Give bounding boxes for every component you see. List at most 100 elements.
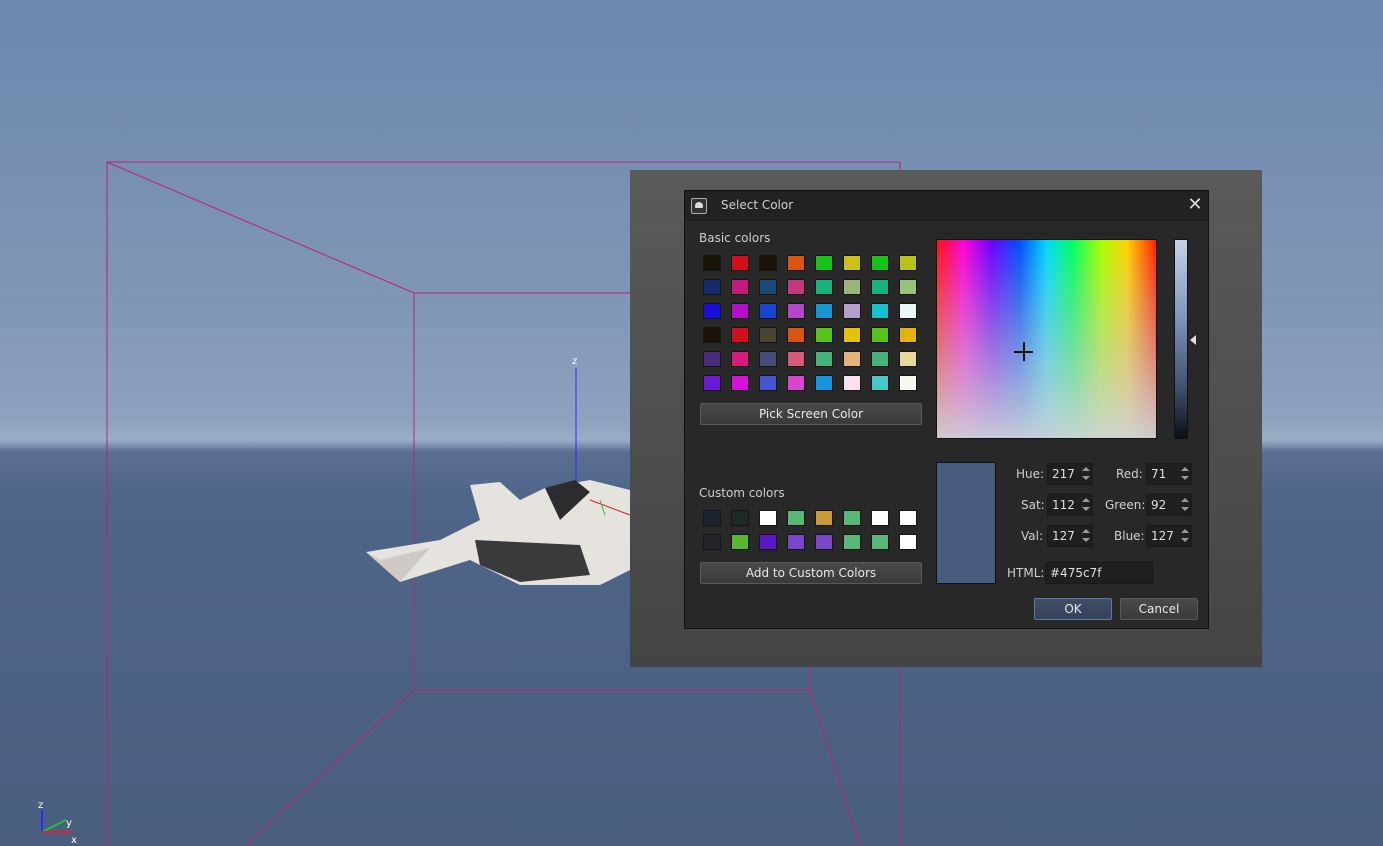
basic-color-swatch[interactable] xyxy=(731,351,749,367)
custom-color-swatch[interactable] xyxy=(759,534,777,550)
basic-color-swatch[interactable] xyxy=(787,255,805,271)
basic-color-swatch[interactable] xyxy=(703,279,721,295)
basic-color-swatch[interactable] xyxy=(899,327,917,343)
crosshair-icon-vertical xyxy=(1023,342,1025,361)
basic-color-swatch[interactable] xyxy=(843,279,861,295)
sat-value: 112 xyxy=(1052,498,1075,512)
cancel-button[interactable]: Cancel xyxy=(1120,598,1198,620)
blue-stepper-arrows-icon[interactable] xyxy=(1179,527,1190,545)
ok-button[interactable]: OK xyxy=(1034,598,1112,620)
custom-colors-label: Custom colors xyxy=(699,486,785,500)
axis-triad-y-label: y xyxy=(66,818,72,829)
blue-spinbox[interactable]: 127 xyxy=(1146,525,1192,547)
axis-triad-z-label: z xyxy=(38,800,43,811)
basic-color-swatch[interactable] xyxy=(731,375,749,391)
sat-stepper-arrows-icon[interactable] xyxy=(1080,496,1091,514)
basic-color-swatch[interactable] xyxy=(703,327,721,343)
custom-color-swatch[interactable] xyxy=(703,534,721,550)
basic-color-swatch[interactable] xyxy=(871,375,889,391)
basic-color-swatch[interactable] xyxy=(703,351,721,367)
green-spinbox[interactable]: 92 xyxy=(1146,494,1192,516)
val-stepper-arrows-icon[interactable] xyxy=(1080,527,1091,545)
custom-color-swatch[interactable] xyxy=(759,510,777,526)
red-value: 71 xyxy=(1151,467,1167,481)
custom-color-swatch[interactable] xyxy=(787,534,805,550)
basic-color-swatch[interactable] xyxy=(899,351,917,367)
custom-color-swatch[interactable] xyxy=(871,510,889,526)
custom-color-swatch[interactable] xyxy=(899,534,917,550)
basic-color-swatch[interactable] xyxy=(843,255,861,271)
basic-color-swatch[interactable] xyxy=(815,351,833,367)
basic-color-swatch[interactable] xyxy=(759,303,777,319)
custom-color-swatch[interactable] xyxy=(703,510,721,526)
title-bar[interactable]: Select Color ✕ xyxy=(685,191,1208,221)
add-to-custom-colors-button[interactable]: Add to Custom Colors xyxy=(700,562,922,584)
basic-color-swatch[interactable] xyxy=(843,303,861,319)
basic-color-swatch[interactable] xyxy=(703,255,721,271)
custom-color-swatch[interactable] xyxy=(843,510,861,526)
basic-color-swatch[interactable] xyxy=(815,279,833,295)
basic-color-swatch[interactable] xyxy=(759,375,777,391)
custom-color-swatch[interactable] xyxy=(731,510,749,526)
green-label: Green: xyxy=(1105,498,1146,512)
basic-color-swatch[interactable] xyxy=(815,327,833,343)
basic-color-swatch[interactable] xyxy=(815,375,833,391)
basic-color-swatch[interactable] xyxy=(787,303,805,319)
custom-color-swatch[interactable] xyxy=(871,534,889,550)
basic-color-swatch[interactable] xyxy=(787,351,805,367)
basic-color-swatch[interactable] xyxy=(843,327,861,343)
custom-color-swatch[interactable] xyxy=(843,534,861,550)
basic-color-swatch[interactable] xyxy=(815,255,833,271)
val-value: 127 xyxy=(1052,529,1075,543)
basic-color-swatch[interactable] xyxy=(703,303,721,319)
basic-color-swatch[interactable] xyxy=(843,375,861,391)
sat-spinbox[interactable]: 112 xyxy=(1047,494,1093,516)
luminance-slider[interactable] xyxy=(1174,239,1188,439)
basic-colors-label: Basic colors xyxy=(699,231,771,245)
basic-color-swatch[interactable] xyxy=(815,303,833,319)
pick-screen-color-button[interactable]: Pick Screen Color xyxy=(700,403,922,425)
basic-color-swatch[interactable] xyxy=(899,279,917,295)
red-spinbox[interactable]: 71 xyxy=(1146,463,1192,485)
basic-color-swatch[interactable] xyxy=(787,279,805,295)
basic-color-swatch[interactable] xyxy=(759,351,777,367)
basic-color-swatch[interactable] xyxy=(871,255,889,271)
basic-color-swatch[interactable] xyxy=(899,255,917,271)
hue-spinbox[interactable]: 217 xyxy=(1047,463,1093,485)
hue-stepper-arrows-icon[interactable] xyxy=(1080,465,1091,483)
custom-color-swatch[interactable] xyxy=(899,510,917,526)
sat-label: Sat: xyxy=(1021,498,1045,512)
basic-color-swatch[interactable] xyxy=(871,351,889,367)
val-spinbox[interactable]: 127 xyxy=(1047,525,1093,547)
basic-color-swatch[interactable] xyxy=(899,375,917,391)
basic-color-swatch[interactable] xyxy=(759,327,777,343)
gizmo-z-label: z xyxy=(572,356,577,367)
blue-label: Blue: xyxy=(1114,529,1145,543)
luminance-arrow-icon[interactable] xyxy=(1190,335,1196,345)
close-icon[interactable]: ✕ xyxy=(1185,195,1205,215)
basic-color-swatch[interactable] xyxy=(871,303,889,319)
hue-label: Hue: xyxy=(1016,467,1045,481)
basic-color-swatch[interactable] xyxy=(843,351,861,367)
color-spectrum-picker[interactable] xyxy=(936,239,1157,439)
custom-color-swatch[interactable] xyxy=(731,534,749,550)
basic-color-swatch[interactable] xyxy=(759,255,777,271)
custom-color-swatch[interactable] xyxy=(815,534,833,550)
html-hex-input[interactable]: #475c7f xyxy=(1045,562,1153,584)
axis-triad-x-label: x xyxy=(71,835,77,846)
basic-color-swatch[interactable] xyxy=(731,327,749,343)
basic-color-swatch[interactable] xyxy=(703,375,721,391)
basic-color-swatch[interactable] xyxy=(787,327,805,343)
basic-color-swatch[interactable] xyxy=(759,279,777,295)
green-stepper-arrows-icon[interactable] xyxy=(1179,496,1190,514)
basic-color-swatch[interactable] xyxy=(871,279,889,295)
custom-color-swatch[interactable] xyxy=(815,510,833,526)
basic-color-swatch[interactable] xyxy=(731,303,749,319)
basic-color-swatch[interactable] xyxy=(899,303,917,319)
basic-color-swatch[interactable] xyxy=(787,375,805,391)
custom-color-swatch[interactable] xyxy=(787,510,805,526)
basic-color-swatch[interactable] xyxy=(731,255,749,271)
basic-color-swatch[interactable] xyxy=(731,279,749,295)
basic-color-swatch[interactable] xyxy=(871,327,889,343)
red-stepper-arrows-icon[interactable] xyxy=(1179,465,1190,483)
